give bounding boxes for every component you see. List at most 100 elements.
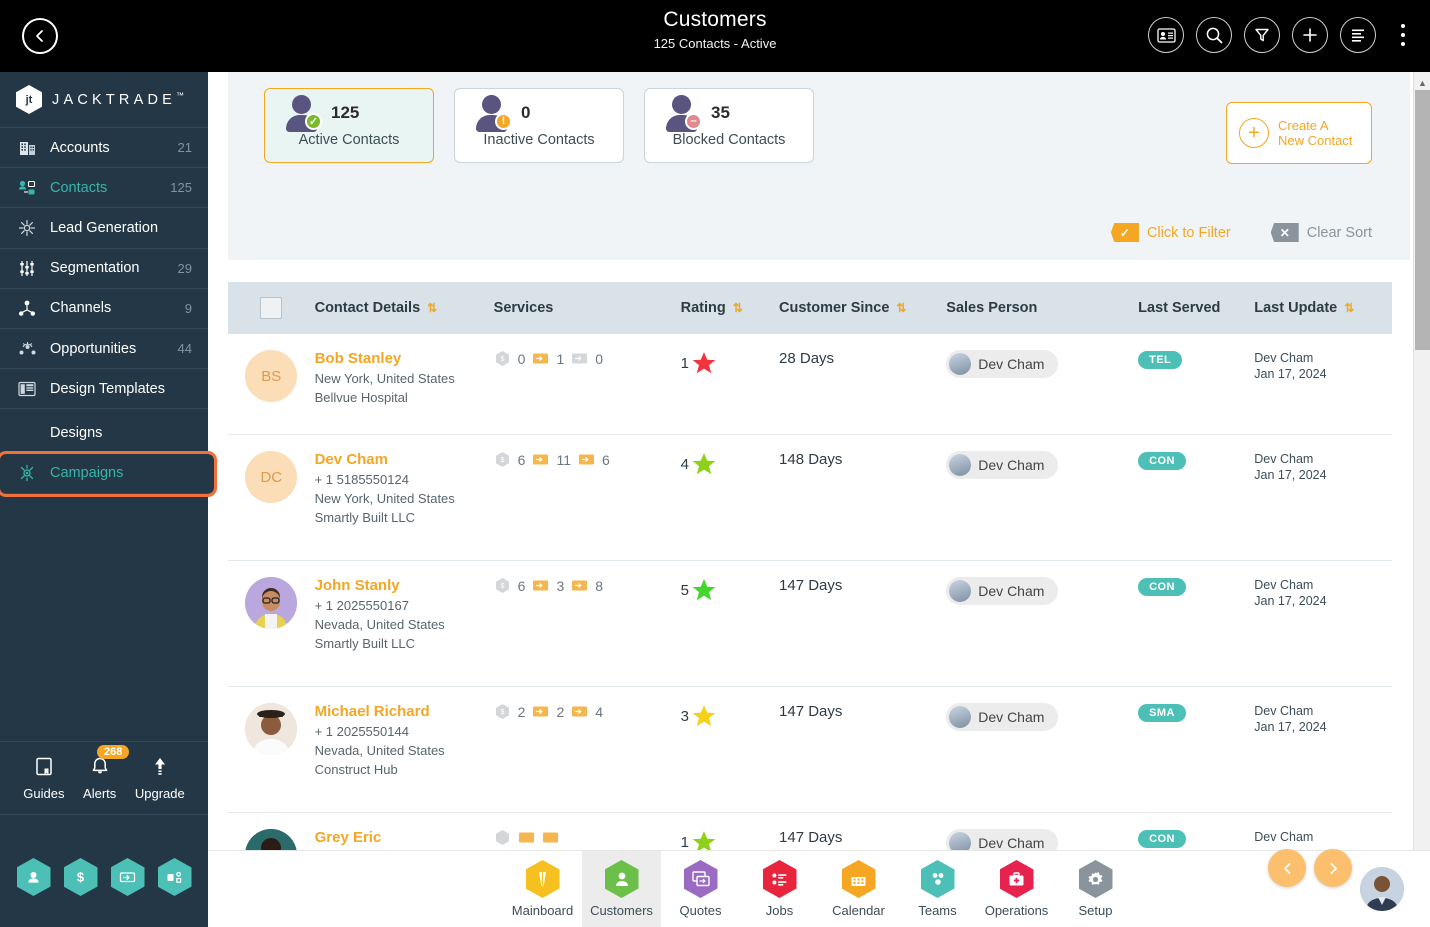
contact-card-icon[interactable] [1148,17,1184,53]
sales-person-avatar [949,580,972,602]
row-avatar-cell [228,577,315,686]
create-new-contact-label: Create A New Contact [1278,118,1352,148]
upgrade-button[interactable]: Upgrade [135,755,185,801]
sidebar-item-accounts[interactable]: Accounts 21 [0,128,208,169]
prev-page-button[interactable] [1268,849,1306,887]
star-icon [692,579,716,601]
update-date: Jan 17, 2024 [1254,468,1327,482]
sales-person-chip[interactable]: Dev Cham [946,577,1059,605]
clear-sort-button[interactable]: ✕ Clear Sort [1270,223,1372,242]
header-last-update[interactable]: Last Update ⇅ [1254,300,1392,316]
top-bar-actions [1148,17,1414,53]
row-avatar-cell: BS [228,350,315,434]
sidebar-item-campaigns[interactable]: Campaigns [0,450,217,497]
hex-badge-icon: $ [495,351,509,366]
row-last-served: CON [1138,451,1254,560]
person-icon[interactable] [16,858,51,896]
table-row[interactable]: BS Bob Stanley New York, United States B… [228,334,1392,435]
hex-badge-icon: $ [495,704,509,719]
filter-actions: ✓ Click to Filter ✕ Clear Sort [1110,223,1372,242]
service-count-2: 6 [602,451,610,468]
contact-name[interactable]: Dev Cham [315,451,494,468]
sidebar-item-lead-generation[interactable]: Lead Generation [0,208,208,249]
contact-location: New York, United States [314,491,455,506]
click-to-filter-button[interactable]: ✓ Click to Filter [1110,223,1231,242]
create-new-contact-button[interactable]: + Create A New Contact [1226,102,1372,164]
header-label-customer-since: Customer Since [779,300,890,316]
scroll-up-arrow-icon[interactable]: ▲ [1414,74,1430,91]
row-rating: 5 [681,577,779,686]
contact-name[interactable]: John Stanly [315,577,494,594]
header-services: Services [494,300,681,316]
quote-card-icon [518,832,534,843]
bottom-nav-mainboard[interactable]: Mainboard [503,851,582,927]
sidebar-item-designs[interactable]: Designs [0,413,208,454]
sidebar-item-segmentation[interactable]: Segmentation 29 [0,249,208,289]
header-contact-details[interactable]: Contact Details ⇅ [315,300,494,316]
sort-icon-rating[interactable]: ⇅ [733,301,743,315]
sort-icon-contact-details[interactable]: ⇅ [427,301,437,315]
table-row[interactable]: John Stanly + 1 2025550167 Nevada, Unite… [228,561,1392,687]
status-badge: CON [1138,452,1186,470]
alerts-button[interactable]: 268 Alerts [83,745,130,801]
stat-card-active-contacts[interactable]: ✓ 125 Active Contacts [264,88,434,163]
table-row[interactable]: Michael Richard + 1 2025550144 Nevada, U… [228,687,1392,813]
search-icon[interactable] [1196,17,1232,53]
workflow-icon[interactable] [157,858,192,896]
sidebar-item-contacts[interactable]: Contacts 125 [0,168,208,209]
filter-icon[interactable] [1244,17,1280,53]
stat-card-blocked-contacts[interactable]: – 35 Blocked Contacts [644,88,814,163]
guides-button[interactable]: Guides [23,755,64,801]
row-avatar-cell: DC [228,451,315,560]
header-rating[interactable]: Rating ⇅ [681,300,779,316]
header-customer-since[interactable]: Customer Since ⇅ [779,300,946,316]
kebab-menu-icon[interactable] [1392,24,1414,46]
list-icon[interactable] [1340,17,1376,53]
table-header-row: Contact Details ⇅ Services Rating ⇅ Cust… [228,282,1392,334]
bottom-nav-customers[interactable]: Customers [582,850,661,927]
plus-icon[interactable] [1292,17,1328,53]
scrollbar-thumb[interactable] [1415,90,1430,350]
bottom-nav-calendar[interactable]: Calendar [819,851,898,927]
sort-icon-customer-since[interactable]: ⇅ [896,301,906,315]
sort-icon-last-update[interactable]: ⇅ [1344,301,1354,315]
sales-person-chip[interactable]: Dev Cham [946,350,1059,378]
brand-logo[interactable]: jt JACKTRADE™ [0,72,208,128]
bottom-nav-setup[interactable]: Setup [1056,851,1135,927]
sidebar-label-contacts: Contacts [50,179,108,196]
rating-value: 3 [680,707,689,725]
bottom-nav-teams[interactable]: Teams [898,851,977,927]
contacts-icon [16,178,38,198]
bottom-nav-quotes[interactable]: Quotes [661,851,740,927]
vertical-scrollbar[interactable]: ▲ ▼ [1413,72,1430,927]
contact-name[interactable]: Grey Eric [315,829,494,846]
contact-phone: + 1 2025550144 [314,724,409,739]
sidebar-item-design-templates[interactable]: Design Templates [0,369,208,410]
bottom-nav-operations[interactable]: Operations [977,851,1056,927]
header-select-all[interactable] [228,297,315,319]
sales-person-chip[interactable]: Dev Cham [946,451,1059,479]
alerts-badge: 268 [97,745,130,759]
update-by: Dev Cham [1254,704,1314,718]
sales-person-chip[interactable]: Dev Cham [946,703,1059,731]
stat-value-active: 125 [331,102,360,122]
next-page-button[interactable] [1314,849,1352,887]
dollar-icon[interactable]: $ [63,858,98,896]
row-last-served: TEL [1138,350,1254,434]
design-templates-icon [16,379,38,399]
select-all-checkbox[interactable] [260,297,283,319]
contact-name[interactable]: Michael Richard [315,703,494,720]
quote-card-icon [533,580,549,591]
contact-name[interactable]: Bob Stanley [315,350,494,367]
bottom-nav-label-calendar: Calendar [832,903,885,918]
bottom-nav-jobs[interactable]: Jobs [740,851,819,927]
sidebar-item-channels[interactable]: Channels 9 [0,289,208,329]
user-profile-avatar[interactable] [1360,867,1404,911]
payment-icon[interactable] [110,858,145,896]
sales-person-avatar [949,353,972,375]
inactive-contact-person-icon: ! [473,94,512,132]
rating-value: 5 [680,581,689,599]
stat-card-inactive-contacts[interactable]: ! 0 Inactive Contacts [454,88,624,163]
sidebar-item-opportunities[interactable]: Opportunities 44 [0,329,208,370]
table-row[interactable]: DC Dev Cham + 1 5185550124 New York, Uni… [228,435,1392,561]
